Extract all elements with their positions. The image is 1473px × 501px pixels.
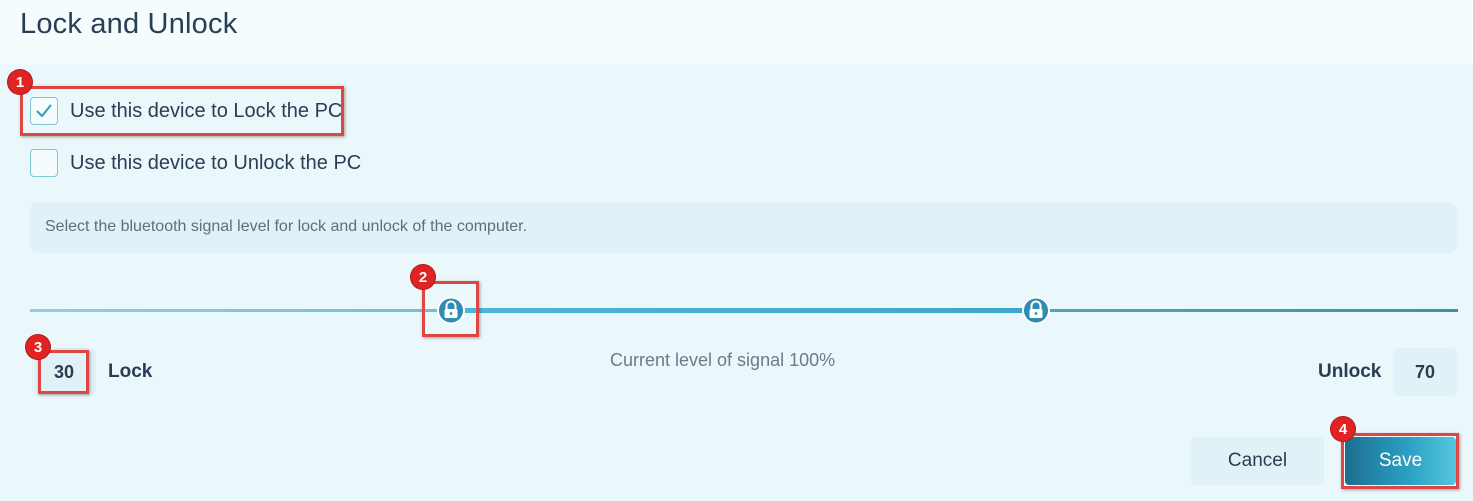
cancel-button[interactable]: Cancel [1191,437,1324,485]
title-bar: Lock and Unlock [0,0,1473,64]
page-title: Lock and Unlock [20,8,238,40]
lock-level-label: Lock [108,361,153,382]
annotation-badge-1: 1 [8,70,32,94]
signal-slider[interactable] [0,290,1473,334]
unlock-level-label: Unlock [1318,361,1382,382]
annotation-badge-2: 2 [411,265,435,289]
info-strip: Select the bluetooth signal level for lo… [30,202,1457,253]
annotation-badge-3: 3 [26,335,50,359]
slider-range [451,308,1036,313]
info-text: Select the bluetooth signal level for lo… [45,218,528,235]
unlock-pc-option[interactable]: Use this device to Unlock the PC [30,149,361,177]
unlock-handle[interactable] [1022,296,1050,325]
annotation-box-4 [1341,433,1459,489]
annotation-box-3 [38,350,89,394]
unlock-pc-checkbox[interactable] [30,149,58,177]
annotation-badge-4: 4 [1331,417,1355,441]
unlock-level-value[interactable]: 70 [1393,348,1457,396]
annotation-box-1 [20,86,344,136]
current-signal-text: Current level of signal 100% [610,350,836,370]
unlock-pc-label: Use this device to Unlock the PC [70,151,362,174]
annotation-box-2 [422,281,479,337]
lock-unlock-panel: Lock and Unlock Use this device to Lock … [0,0,1473,501]
